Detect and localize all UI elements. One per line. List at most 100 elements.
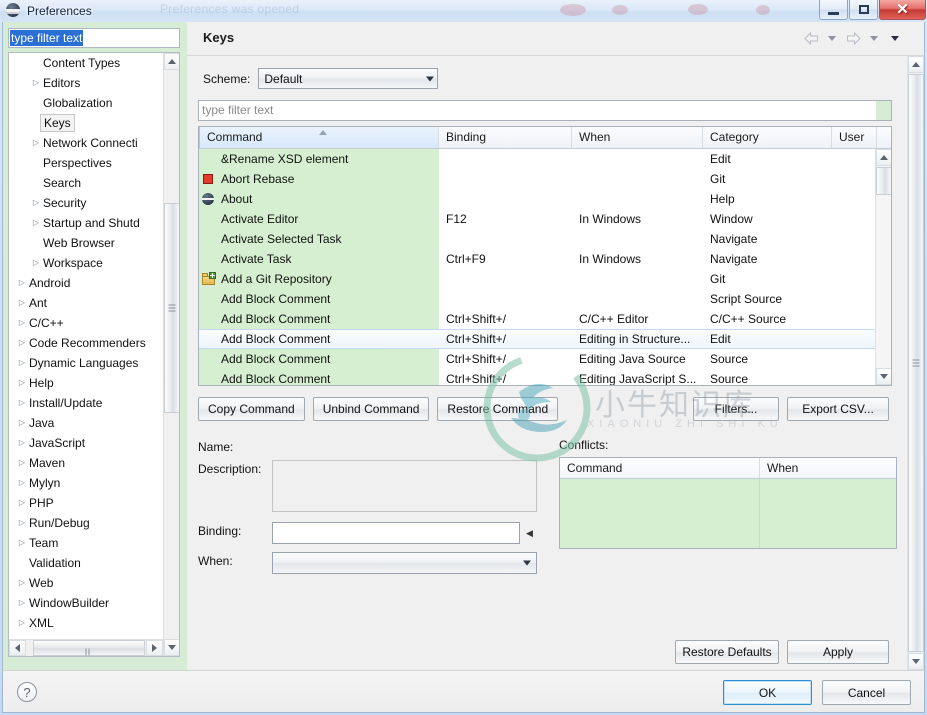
sidebar-item-javascript[interactable]: ▷JavaScript: [9, 433, 163, 453]
chevron-right-icon[interactable]: ▷: [15, 433, 29, 453]
chevron-right-icon[interactable]: ▷: [15, 393, 29, 413]
chevron-right-icon[interactable]: ▷: [15, 533, 29, 553]
table-scroll-down-icon[interactable]: [876, 368, 892, 385]
sidebar-item-xml[interactable]: ▷XML: [9, 613, 163, 633]
sidebar-item-dynamic-languages[interactable]: ▷Dynamic Languages: [9, 353, 163, 373]
sidebar-item-c-c[interactable]: ▷C/C++: [9, 313, 163, 333]
column-header-binding[interactable]: Binding: [439, 127, 572, 148]
chevron-right-icon[interactable]: ▷: [15, 513, 29, 533]
minimize-button[interactable]: [819, 0, 848, 20]
key-bindings-table[interactable]: CommandBindingWhenCategoryUser &Rename X…: [198, 126, 892, 386]
tree-scroll-thumb[interactable]: [164, 203, 180, 413]
table-scroll-thumb[interactable]: [876, 167, 892, 195]
chevron-right-icon[interactable]: ▷: [15, 293, 29, 313]
sidebar-item-web[interactable]: ▷Web: [9, 573, 163, 593]
table-row[interactable]: Add a Git RepositoryGit: [199, 269, 875, 289]
chevron-right-icon[interactable]: ▷: [29, 213, 43, 233]
tree-scroll-down-icon[interactable]: [164, 639, 180, 656]
table-row[interactable]: Abort RebaseGit: [199, 169, 875, 189]
chevron-right-icon[interactable]: ▷: [29, 133, 43, 153]
chevron-right-icon[interactable]: ▷: [29, 73, 43, 93]
sidebar-item-java[interactable]: ▷Java: [9, 413, 163, 433]
tree-scroll-up-icon[interactable]: [164, 53, 180, 70]
sidebar-item-web-browser[interactable]: Web Browser: [9, 233, 163, 253]
sidebar-item-perspectives[interactable]: Perspectives: [9, 153, 163, 173]
sidebar-item-validation[interactable]: Validation: [9, 553, 163, 573]
chevron-right-icon[interactable]: ▷: [15, 373, 29, 393]
conflicts-table[interactable]: CommandWhen: [559, 457, 897, 549]
column-header-user[interactable]: User: [832, 127, 877, 148]
sidebar-item-network-connecti[interactable]: ▷Network Connecti: [9, 133, 163, 153]
column-header-when[interactable]: When: [572, 127, 703, 148]
sidebar-item-workspace[interactable]: ▷Workspace: [9, 253, 163, 273]
chevron-right-icon[interactable]: ▷: [29, 253, 43, 273]
sidebar-item-maven[interactable]: ▷Maven: [9, 453, 163, 473]
sidebar-item-editors[interactable]: ▷Editors: [9, 73, 163, 93]
close-button[interactable]: ✕: [879, 0, 926, 20]
tree-scroll-left-icon[interactable]: [9, 640, 26, 656]
sidebar-item-install-update[interactable]: ▷Install/Update: [9, 393, 163, 413]
sidebar-item-startup-and-shutd[interactable]: ▷Startup and Shutd: [9, 213, 163, 233]
tree-scroll-right-icon[interactable]: [146, 640, 163, 656]
restore-defaults-button[interactable]: Restore Defaults: [675, 640, 779, 664]
chevron-right-icon[interactable]: ▷: [15, 573, 29, 593]
keys-filter-input[interactable]: type filter text: [198, 100, 892, 121]
tree-hscroll-thumb[interactable]: [33, 640, 145, 656]
table-row[interactable]: Add Block CommentCtrl+Shift+/Editing Jav…: [199, 349, 875, 369]
copy-command-button[interactable]: Copy Command: [198, 397, 305, 421]
table-row[interactable]: &Rename XSD elementEdit: [199, 149, 875, 169]
maximize-restore-button[interactable]: [849, 0, 878, 20]
filters-button[interactable]: Filters...: [693, 397, 779, 421]
table-row[interactable]: Add Block CommentScript Source: [199, 289, 875, 309]
forward-arrow-icon[interactable]: [844, 29, 862, 47]
chevron-right-icon[interactable]: ▷: [15, 413, 29, 433]
table-row[interactable]: Activate EditorF12In WindowsWindow: [199, 209, 875, 229]
sidebar-item-search[interactable]: Search: [9, 173, 163, 193]
unbind-command-button[interactable]: Unbind Command: [313, 397, 430, 421]
sidebar-item-php[interactable]: ▷PHP: [9, 493, 163, 513]
table-row[interactable]: Activate TaskCtrl+F9In WindowsNavigate: [199, 249, 875, 269]
description-field[interactable]: [272, 460, 537, 512]
preferences-tree[interactable]: Content Types▷EditorsGlobalizationKeys▷N…: [8, 52, 180, 657]
restore-command-button[interactable]: Restore Command: [437, 397, 558, 421]
binding-prev-icon[interactable]: ◀: [522, 522, 537, 544]
back-arrow-icon[interactable]: [802, 29, 820, 47]
table-row[interactable]: Activate Selected TaskNavigate: [199, 229, 875, 249]
chevron-right-icon[interactable]: ▷: [15, 273, 29, 293]
sidebar-item-android[interactable]: ▷Android: [9, 273, 163, 293]
back-dropdown-icon[interactable]: [823, 29, 841, 47]
chevron-right-icon[interactable]: ▷: [15, 593, 29, 613]
sidebar-item-run-debug[interactable]: ▷Run/Debug: [9, 513, 163, 533]
chevron-right-icon[interactable]: ▷: [15, 313, 29, 333]
sidebar-item-team[interactable]: ▷Team: [9, 533, 163, 553]
page-vertical-scrollbar[interactable]: [907, 56, 924, 670]
table-row[interactable]: Add Block CommentCtrl+Shift+/Editing in …: [199, 329, 875, 349]
scheme-dropdown[interactable]: Default: [258, 68, 438, 89]
table-vertical-scrollbar[interactable]: [875, 149, 891, 385]
page-scroll-down-icon[interactable]: [908, 653, 924, 670]
chevron-right-icon[interactable]: ▷: [29, 193, 43, 213]
sidebar-item-content-types[interactable]: Content Types: [9, 53, 163, 73]
cancel-button[interactable]: Cancel: [822, 680, 911, 705]
tree-vertical-scrollbar[interactable]: [163, 53, 179, 656]
sidebar-item-globalization[interactable]: Globalization: [9, 93, 163, 113]
chevron-right-icon[interactable]: ▷: [15, 493, 29, 513]
table-row[interactable]: Add Block CommentCtrl+Shift+/Editing Jav…: [199, 369, 875, 385]
page-scroll-thumb[interactable]: [908, 74, 924, 652]
page-scroll-up-icon[interactable]: [908, 56, 924, 73]
chevron-right-icon[interactable]: ▷: [15, 453, 29, 473]
apply-button[interactable]: Apply: [787, 640, 889, 664]
column-header-category[interactable]: Category: [703, 127, 832, 148]
sidebar-item-help[interactable]: ▷Help: [9, 373, 163, 393]
sidebar-item-ant[interactable]: ▷Ant: [9, 293, 163, 313]
sidebar-item-code-recommenders[interactable]: ▷Code Recommenders: [9, 333, 163, 353]
sidebar-item-security[interactable]: ▷Security: [9, 193, 163, 213]
chevron-right-icon[interactable]: ▷: [15, 473, 29, 493]
page-menu-icon[interactable]: [886, 29, 904, 47]
export-csv-button[interactable]: Export CSV...: [787, 397, 889, 421]
ok-button[interactable]: OK: [723, 680, 812, 705]
sidebar-item-keys[interactable]: Keys: [9, 113, 163, 133]
sidebar-item-mylyn[interactable]: ▷Mylyn: [9, 473, 163, 493]
table-row[interactable]: Add Block CommentCtrl+Shift+/C/C++ Edito…: [199, 309, 875, 329]
help-icon[interactable]: ?: [17, 682, 37, 702]
